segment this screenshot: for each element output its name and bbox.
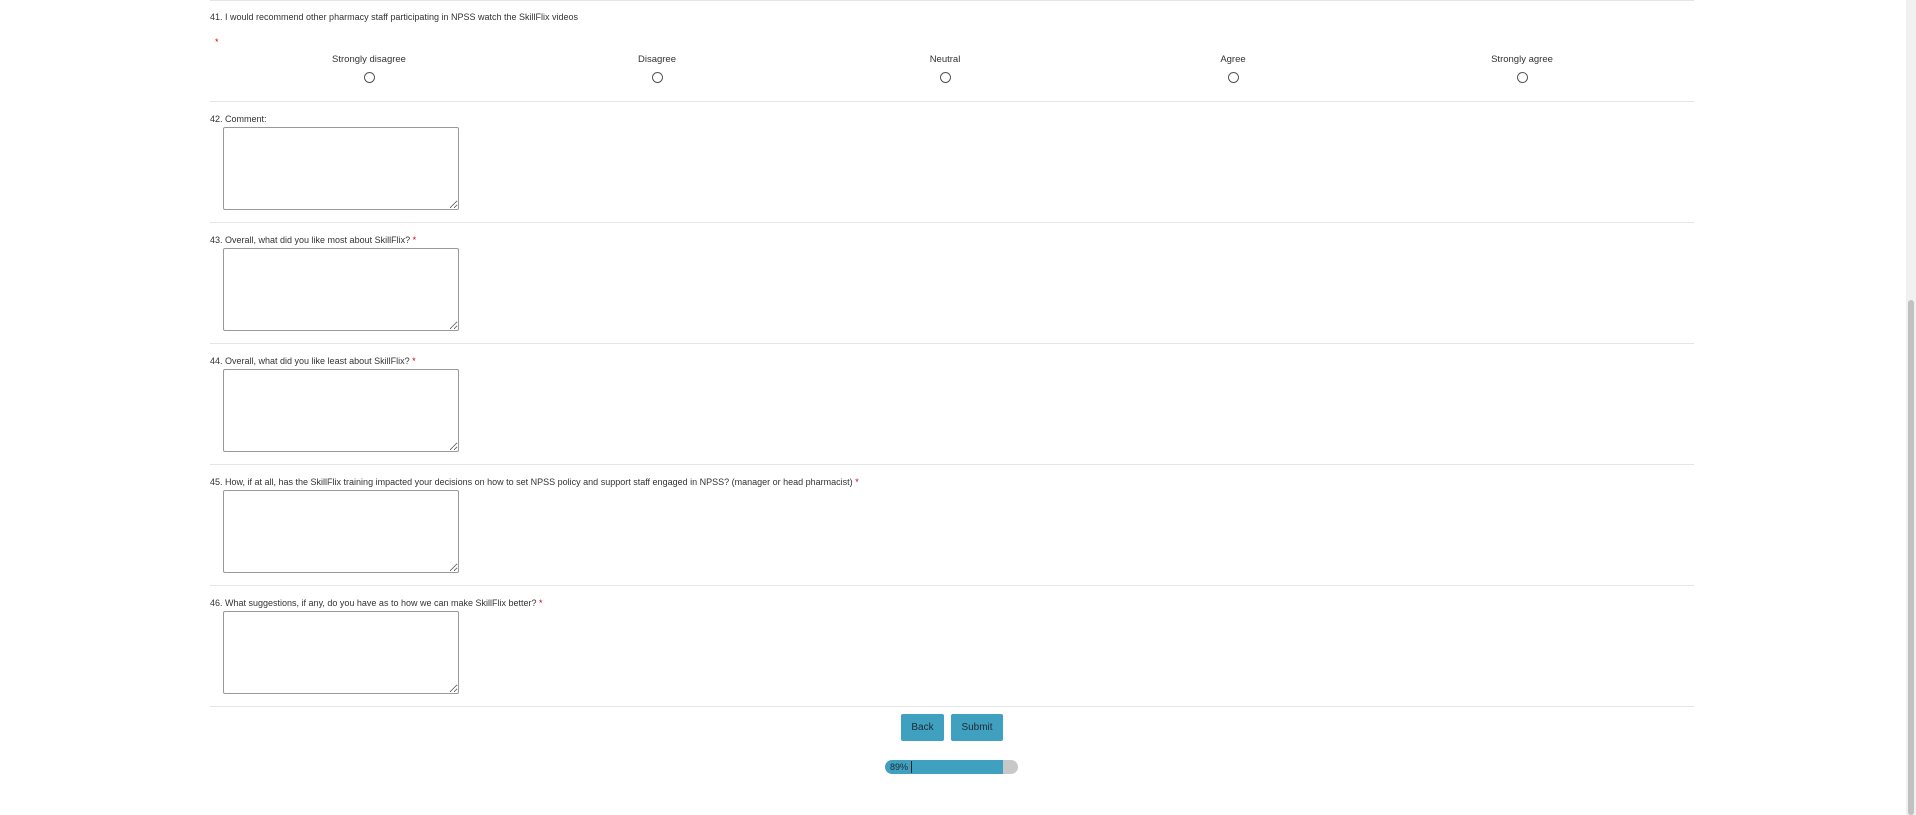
likert-option-label: Strongly disagree [332, 54, 406, 65]
back-button[interactable]: Back [901, 714, 944, 741]
likert-option-label: Neutral [929, 54, 961, 65]
required-marker: * [412, 235, 417, 245]
question-44-label-text: 44. Overall, what did you like least abo… [210, 356, 410, 366]
question-45-label-text: 45. How, if at all, has the SkillFlix tr… [210, 477, 853, 487]
question-45-label: 45. How, if at all, has the SkillFlix tr… [210, 476, 859, 488]
likert-option-agree[interactable]: Agree [1153, 54, 1313, 83]
required-marker: * [855, 477, 859, 487]
radio-strongly-disagree[interactable] [363, 72, 375, 83]
question-46-label: 46. What suggestions, if any, do you hav… [210, 597, 543, 609]
survey-navigation: Back Submit [901, 714, 1003, 741]
question-41-label: 41. I would recommend other pharmacy sta… [210, 12, 579, 22]
progress-percent-text: 89% [890, 761, 913, 773]
question-42-label-text: 42. Comment: [210, 114, 267, 124]
survey-form: 41. I would recommend other pharmacy sta… [210, 0, 1694, 707]
radio-disagree[interactable] [651, 72, 663, 83]
question-43-label: 43. Overall, what did you like most abou… [210, 234, 416, 246]
comment-textarea[interactable] [223, 127, 459, 210]
survey-page: 41. I would recommend other pharmacy sta… [0, 0, 1916, 815]
required-marker: * [215, 37, 219, 47]
radio-neutral[interactable] [939, 72, 951, 83]
like-least-textarea[interactable] [223, 369, 459, 452]
question-45: 45. How, if at all, has the SkillFlix tr… [210, 465, 1694, 586]
likert-option-strongly-agree[interactable]: Strongly agree [1442, 54, 1602, 83]
question-42-label: 42. Comment: [210, 113, 267, 125]
question-43-label-text: 43. Overall, what did you like most abou… [210, 235, 411, 245]
submit-button[interactable]: Submit [951, 714, 1003, 741]
likert-option-disagree[interactable]: Disagree [577, 54, 737, 83]
likert-option-label: Strongly agree [1491, 54, 1553, 65]
progress-bar: 89% [885, 760, 1018, 774]
training-impact-textarea[interactable] [223, 490, 459, 573]
question-44: 44. Overall, what did you like least abo… [210, 344, 1694, 465]
question-46-label-text: 46. What suggestions, if any, do you hav… [210, 598, 537, 608]
likert-option-neutral[interactable]: Neutral [865, 54, 1025, 83]
radio-agree[interactable] [1227, 72, 1239, 83]
scrollbar-thumb[interactable] [1908, 300, 1914, 815]
question-46: 46. What suggestions, if any, do you hav… [210, 586, 1694, 707]
required-marker: * [412, 356, 416, 366]
likert-option-strongly-disagree[interactable]: Strongly disagree [289, 54, 449, 83]
likert-option-label: Agree [1220, 54, 1246, 65]
question-44-label: 44. Overall, what did you like least abo… [210, 355, 416, 367]
likert-option-label: Disagree [637, 54, 677, 65]
scrollbar[interactable] [1906, 0, 1916, 815]
question-42: 42. Comment: [210, 102, 1694, 223]
question-41: 41. I would recommend other pharmacy sta… [210, 1, 1694, 102]
like-most-textarea[interactable] [223, 248, 459, 331]
required-marker: * [539, 598, 543, 608]
question-43: 43. Overall, what did you like most abou… [210, 223, 1694, 344]
suggestions-textarea[interactable] [223, 611, 459, 694]
radio-strongly-agree[interactable] [1516, 72, 1528, 83]
